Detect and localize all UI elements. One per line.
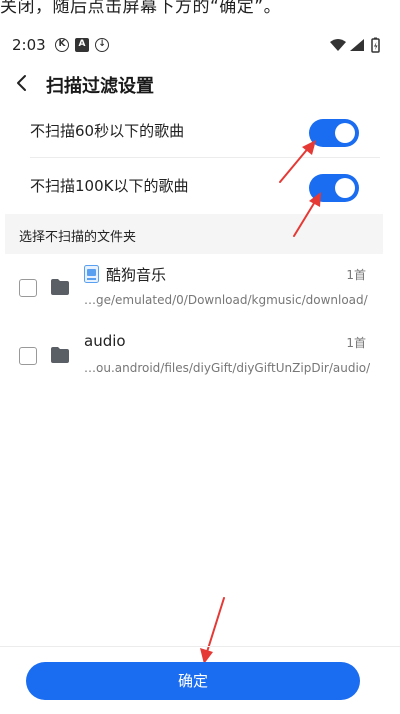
folder-checkbox[interactable] bbox=[19, 347, 37, 365]
folder-name: 酷狗音乐 bbox=[106, 266, 167, 284]
divider bbox=[0, 646, 400, 647]
a-icon: A bbox=[75, 38, 89, 52]
toggle-knob bbox=[335, 123, 355, 143]
status-time: 2:03 bbox=[12, 36, 46, 54]
folder-checkbox[interactable] bbox=[19, 279, 37, 297]
divider bbox=[30, 157, 380, 158]
setting-label: 不扫描60秒以下的歌曲 bbox=[30, 122, 185, 140]
kugou-app-icon bbox=[84, 265, 99, 283]
annotation-arrow-icon bbox=[200, 597, 225, 664]
folder-path: …ge/emulated/0/Download/kgmusic/download… bbox=[84, 293, 368, 307]
page-header: 扫描过滤设置 bbox=[0, 62, 400, 106]
instruction-caption: 关闭，随后点击屏幕下方的“确定”。 bbox=[0, 0, 282, 16]
toggle-knob bbox=[335, 178, 355, 198]
folder-icon bbox=[51, 347, 69, 363]
annotation-arrow-icon bbox=[293, 192, 321, 237]
folder-name: audio bbox=[84, 332, 126, 350]
annotation-arrow-icon bbox=[279, 140, 316, 183]
download-icon: ↓ bbox=[95, 38, 109, 52]
setting-label: 不扫描100K以下的歌曲 bbox=[30, 177, 189, 195]
folder-item[interactable]: audio …ou.android/files/diyGift/diyGiftU… bbox=[0, 326, 400, 392]
folder-path: …ou.android/files/diyGift/diyGiftUnZipDi… bbox=[84, 361, 370, 375]
confirm-button[interactable]: 确定 bbox=[26, 662, 360, 700]
folder-item[interactable]: 酷狗音乐 …ge/emulated/0/Download/kgmusic/dow… bbox=[0, 258, 400, 324]
k-icon: K bbox=[55, 38, 69, 52]
signal-icon bbox=[350, 39, 364, 51]
song-count: 1首 bbox=[346, 268, 366, 282]
setting-row-skip-small: 不扫描100K以下的歌曲 bbox=[0, 159, 400, 213]
page-title: 扫描过滤设置 bbox=[46, 76, 154, 97]
setting-row-skip-short: 不扫描60秒以下的歌曲 bbox=[0, 104, 400, 158]
song-count: 1首 bbox=[346, 336, 366, 350]
back-arrow-icon[interactable] bbox=[8, 68, 38, 98]
folder-section-header: 选择不扫描的文件夹 bbox=[5, 214, 383, 254]
folder-icon bbox=[51, 279, 69, 295]
status-bar: 2:03 K A ↓ bbox=[0, 30, 400, 60]
wifi-icon bbox=[330, 39, 346, 51]
system-status-icons bbox=[330, 37, 380, 53]
section-label: 选择不扫描的文件夹 bbox=[19, 230, 137, 245]
